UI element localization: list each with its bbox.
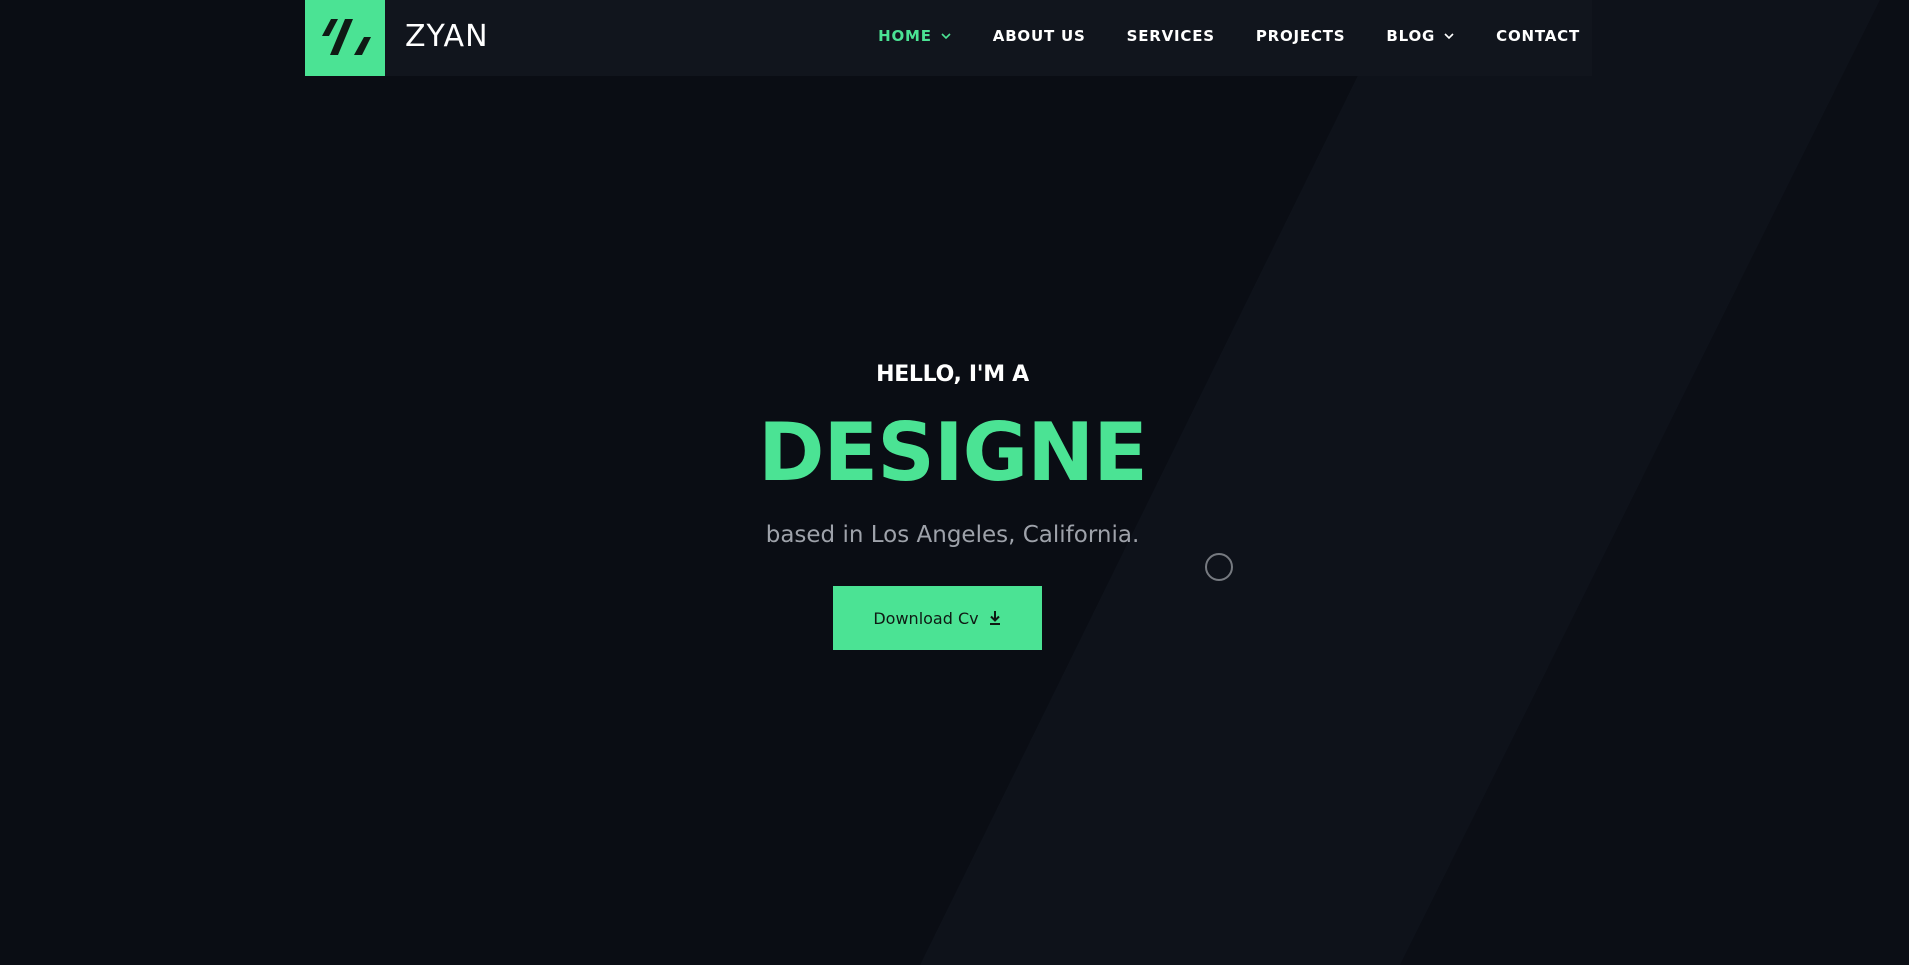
nav-item-contact[interactable]: CONTACT xyxy=(1496,27,1580,45)
nav-item-blog[interactable]: BLOG xyxy=(1386,27,1455,45)
main-nav: HOME ABOUT US SERVICES PROJECTS BLOG CON… xyxy=(837,0,1580,72)
hero-greeting: HELLO, I'M A xyxy=(876,362,1029,387)
nav-item-label: ABOUT US xyxy=(992,27,1086,45)
logo[interactable] xyxy=(305,0,385,76)
chevron-down-icon xyxy=(941,33,951,40)
hero-role-title: DESIGNE xyxy=(758,406,1148,499)
nav-item-label: CONTACT xyxy=(1496,27,1580,45)
nav-item-home[interactable]: HOME xyxy=(878,27,952,45)
nav-item-label: BLOG xyxy=(1386,27,1436,45)
custom-cursor-ring xyxy=(1205,553,1233,581)
nav-item-label: SERVICES xyxy=(1126,27,1215,45)
site-header: ZYAN HOME ABOUT US SERVICES PROJECTS BLO… xyxy=(305,0,1592,76)
page: ZYAN HOME ABOUT US SERVICES PROJECTS BLO… xyxy=(0,0,1909,965)
hero-section: HELLO, I'M A DESIGNE based in Los Angele… xyxy=(0,0,1909,965)
nav-item-about-us[interactable]: ABOUT US xyxy=(993,27,1086,45)
hero-location: based in Los Angeles, California. xyxy=(765,522,1140,548)
download-icon xyxy=(989,611,1000,625)
download-cv-button[interactable]: Download Cv xyxy=(833,586,1042,650)
nav-item-label: HOME xyxy=(878,27,932,45)
nav-item-projects[interactable]: PROJECTS xyxy=(1256,27,1346,45)
brand-name[interactable]: ZYAN xyxy=(405,17,489,57)
three-slashes-logo-icon xyxy=(322,19,371,55)
download-cv-label: Download Cv xyxy=(873,608,979,628)
chevron-down-icon xyxy=(1444,33,1454,40)
nav-item-services[interactable]: SERVICES xyxy=(1127,27,1215,45)
nav-item-label: PROJECTS xyxy=(1255,27,1346,45)
